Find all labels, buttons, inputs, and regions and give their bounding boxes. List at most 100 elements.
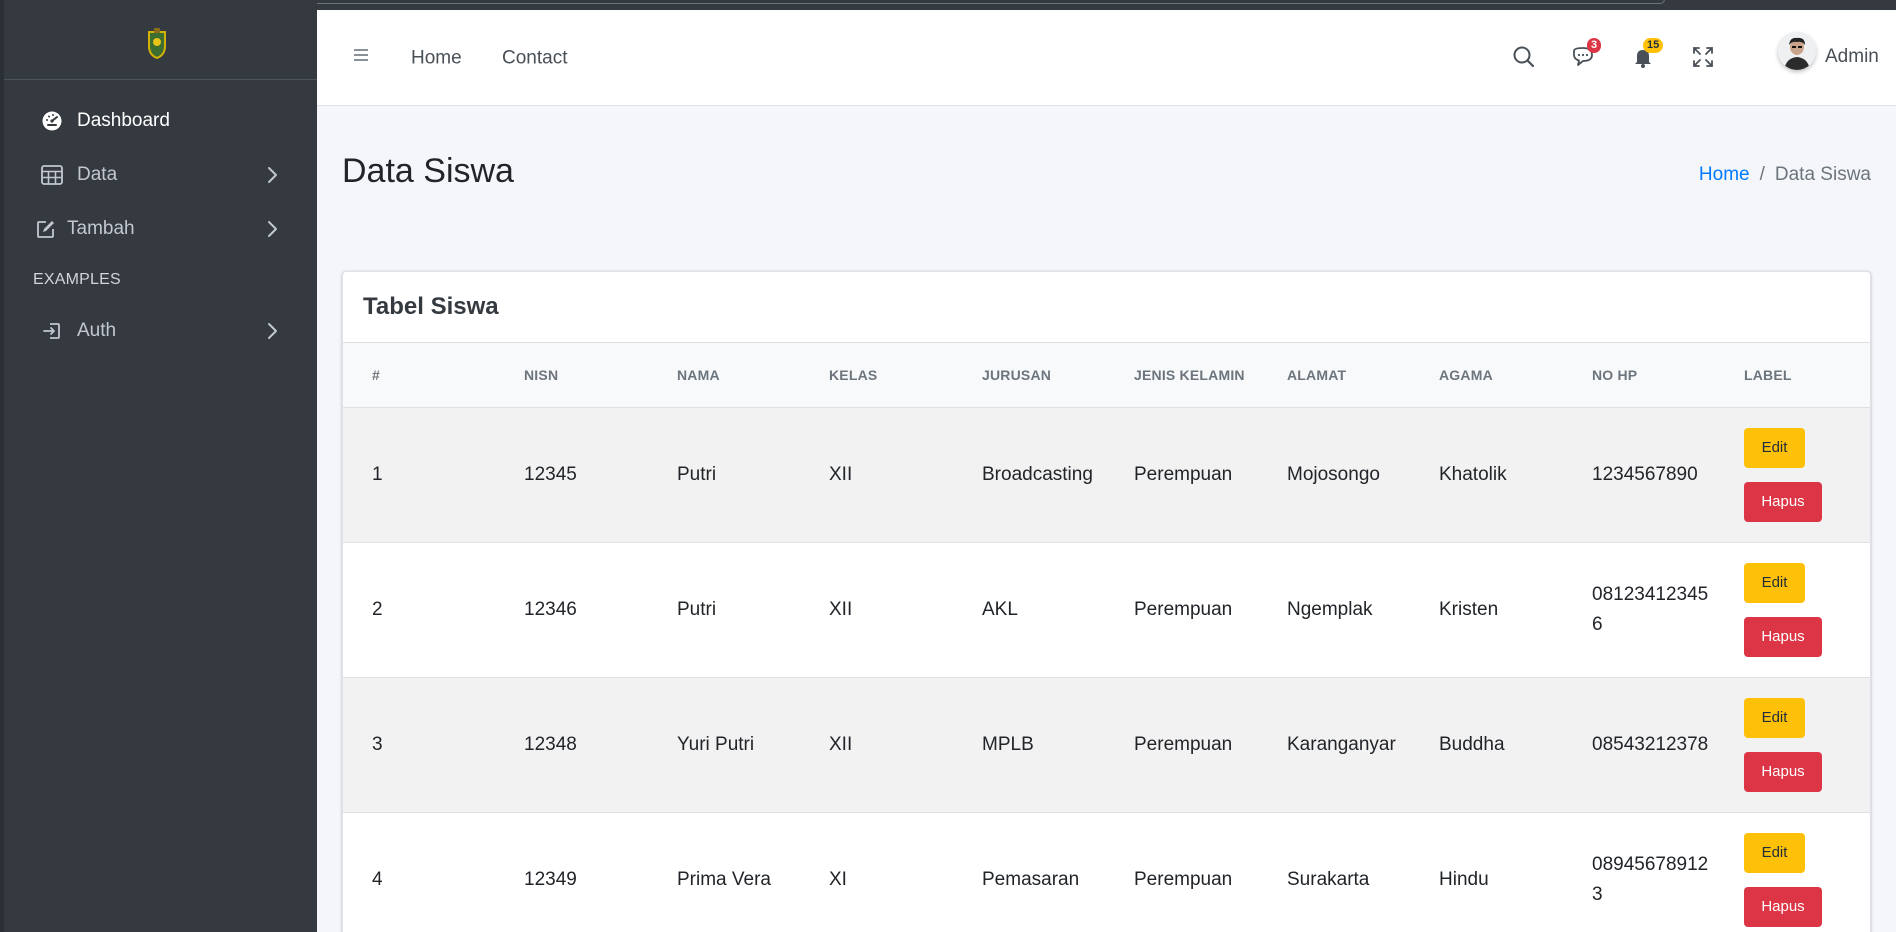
phone-line-1: 1234567890 — [1592, 463, 1698, 485]
cell-kelas: XII — [800, 541, 953, 677]
cell-actions: Edit Hapus — [1715, 541, 1870, 677]
edit-button[interactable]: Edit — [1744, 427, 1805, 468]
top-navbar: Home Contact 3 15 Admin — [317, 10, 1896, 106]
column-header-nisn[interactable]: NISN — [495, 343, 648, 408]
breadcrumb: Home / Data Siswa — [1699, 164, 1871, 186]
column-header-nama[interactable]: NAMA — [648, 343, 800, 408]
cell-no: 1 — [343, 406, 495, 542]
school-logo-icon — [147, 27, 166, 59]
table-header: # NISN NAMA KELAS JURUSAN JENIS KELAMIN … — [343, 343, 1870, 408]
cell-actions: Edit Hapus — [1715, 676, 1870, 812]
cell-agama: Khatolik — [1410, 406, 1563, 542]
cell-no-hp: 08543212378 — [1563, 676, 1715, 812]
cell-alamat: Surakarta — [1258, 811, 1410, 932]
messages-button[interactable]: 3 — [1570, 38, 1602, 70]
cell-no-hp: 1234567890 — [1563, 406, 1715, 542]
edit-button[interactable]: Edit — [1744, 697, 1805, 738]
cell-alamat: Ngemplak — [1258, 541, 1410, 677]
phone-line-1: 08543212378 — [1592, 733, 1709, 755]
cell-alamat: Karanganyar — [1258, 676, 1410, 812]
cell-nisn: 12346 — [495, 541, 648, 677]
page-title: Data Siswa — [342, 152, 514, 190]
avatar — [1778, 32, 1816, 70]
phone-line-2: 3 — [1592, 883, 1603, 905]
sidebar-item-label: Dashboard — [77, 110, 170, 131]
students-card: Tabel Siswa # NISN NAMA KELAS JURUSAN JE… — [342, 271, 1871, 932]
notifications-badge: 15 — [1643, 38, 1664, 53]
breadcrumb-current: Data Siswa — [1774, 164, 1871, 185]
card-title: Tabel Siswa — [363, 293, 499, 320]
cell-agama: Kristen — [1410, 541, 1563, 677]
cell-alamat: Mojosongo — [1258, 406, 1410, 542]
column-header-label[interactable]: LABEL — [1715, 343, 1870, 408]
cell-no-hp: 08123412345 6 — [1563, 541, 1715, 677]
cell-nama: Prima Vera — [648, 811, 800, 932]
delete-button[interactable]: Hapus — [1744, 616, 1822, 657]
notifications-button[interactable]: 15 — [1630, 38, 1664, 70]
cell-kelas: XII — [800, 676, 953, 812]
dashboard-icon — [39, 108, 65, 134]
edit-icon — [33, 216, 59, 242]
edit-button[interactable]: Edit — [1744, 562, 1805, 603]
column-header-jurusan[interactable]: JURUSAN — [953, 343, 1105, 408]
fullscreen-icon[interactable] — [1690, 44, 1716, 70]
brand[interactable] — [4, 0, 317, 80]
table-row: 1 12345 Putri XII Broadcasting Perempuan… — [343, 406, 1870, 542]
cell-no: 2 — [343, 541, 495, 677]
delete-button[interactable]: Hapus — [1744, 886, 1822, 927]
column-header-kelas[interactable]: KELAS — [800, 343, 953, 408]
cell-jurusan: AKL — [953, 541, 1105, 677]
cell-actions: Edit Hapus — [1715, 406, 1870, 542]
cell-agama: Hindu — [1410, 811, 1563, 932]
phone-line-1: 08945678912 — [1592, 853, 1709, 875]
column-header-agama[interactable]: AGAMA — [1410, 343, 1563, 408]
sidebar-item-tambah[interactable]: Tambah — [29, 202, 292, 256]
cell-nisn: 12345 — [495, 406, 648, 542]
cell-kelas: XII — [800, 406, 953, 542]
hamburger-menu-icon[interactable] — [351, 46, 371, 64]
sidebar-item-label: Tambah — [67, 218, 135, 239]
sidebar-item-dashboard[interactable]: Dashboard — [29, 94, 292, 148]
column-header-no[interactable]: # — [343, 343, 495, 408]
user-menu[interactable]: Admin — [1776, 28, 1896, 86]
phone-line-1: 08123412345 — [1592, 583, 1709, 605]
cell-no: 3 — [343, 676, 495, 812]
nav-link-home[interactable]: Home — [411, 49, 462, 68]
cell-kelas: XI — [800, 811, 953, 932]
cell-jurusan: Pemasaran — [953, 811, 1105, 932]
cell-nama: Putri — [648, 406, 800, 542]
cell-jenis-kelamin: Perempuan — [1105, 811, 1258, 932]
cell-jenis-kelamin: Perempuan — [1105, 541, 1258, 677]
breadcrumb-separator: / — [1759, 164, 1765, 185]
delete-button[interactable]: Hapus — [1744, 481, 1822, 522]
sidebar-item-auth[interactable]: Auth — [29, 304, 292, 358]
cell-nisn: 12348 — [495, 676, 648, 812]
cell-jenis-kelamin: Perempuan — [1105, 406, 1258, 542]
sidebar-item-label: Data — [77, 164, 118, 185]
chevron-right-icon — [268, 221, 277, 237]
user-name: Admin — [1825, 46, 1879, 67]
table-row: 4 12349 Prima Vera XI Pemasaran Perempua… — [343, 811, 1870, 932]
delete-button[interactable]: Hapus — [1744, 751, 1822, 792]
cell-agama: Buddha — [1410, 676, 1563, 812]
card-header: Tabel Siswa — [343, 272, 1870, 343]
cell-jenis-kelamin: Perempuan — [1105, 676, 1258, 812]
messages-badge: 3 — [1587, 38, 1602, 53]
address-bar-edge — [105, 0, 1665, 4]
cell-jurusan: MPLB — [953, 676, 1105, 812]
cell-nisn: 12349 — [495, 811, 648, 932]
cell-no-hp: 08945678912 3 — [1563, 811, 1715, 932]
chevron-right-icon — [268, 167, 277, 183]
breadcrumb-home-link[interactable]: Home — [1699, 164, 1750, 186]
login-icon — [39, 318, 65, 344]
column-header-no-hp[interactable]: NO HP — [1563, 343, 1715, 408]
column-header-alamat[interactable]: ALAMAT — [1258, 343, 1410, 408]
nav-link-contact[interactable]: Contact — [502, 49, 567, 68]
sidebar: Dashboard Data Tambah EXAMPLES Auth — [0, 0, 317, 932]
table-row: 2 12346 Putri XII AKL Perempuan Ngemplak… — [343, 541, 1870, 677]
edit-button[interactable]: Edit — [1744, 832, 1805, 873]
cell-jurusan: Broadcasting — [953, 406, 1105, 542]
search-icon[interactable] — [1511, 44, 1537, 70]
column-header-jenis-kelamin[interactable]: JENIS KELAMIN — [1105, 343, 1258, 408]
sidebar-item-data[interactable]: Data — [29, 148, 292, 202]
